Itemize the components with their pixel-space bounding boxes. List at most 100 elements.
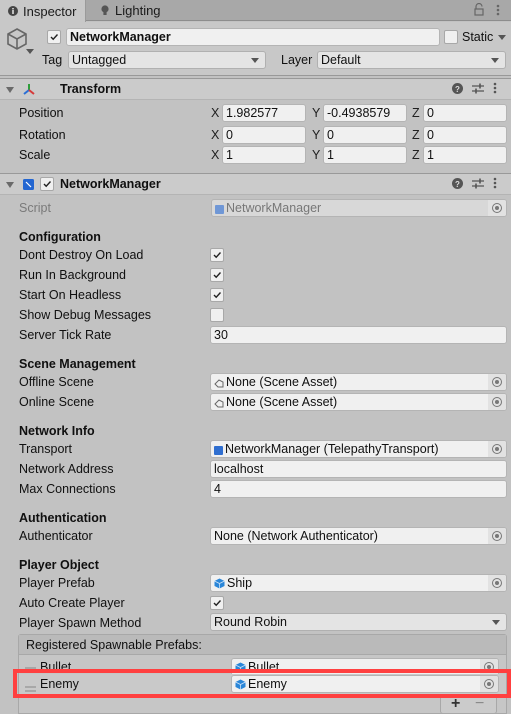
presets-icon[interactable] xyxy=(472,178,484,192)
drag-handle-icon[interactable] xyxy=(25,681,36,695)
networkmanager-header[interactable]: NetworkManager ? xyxy=(0,173,511,195)
add-item-button[interactable]: + xyxy=(451,695,460,713)
object-picker-icon[interactable] xyxy=(488,575,506,591)
player-prefab-label: Player Prefab xyxy=(19,576,95,590)
position-label: Position xyxy=(19,106,64,120)
prefab-cube-icon xyxy=(214,577,225,591)
foldout-arrow-icon[interactable] xyxy=(6,87,14,93)
layer-dropdown[interactable]: Default xyxy=(317,51,506,69)
component-header-icons: ? xyxy=(452,82,497,97)
static-checkbox[interactable] xyxy=(444,30,458,44)
tab-lighting[interactable]: Lighting xyxy=(92,0,182,21)
networkmanager-enabled-checkbox[interactable] xyxy=(40,177,54,191)
networkmanager-title: NetworkManager xyxy=(60,177,161,191)
axis-x-label: X xyxy=(211,106,220,120)
authenticator-field[interactable]: None (Network Authenticator) xyxy=(210,527,507,545)
online-scene-field[interactable]: None (Scene Asset) xyxy=(210,393,507,411)
position-y-input[interactable]: -0.4938579 xyxy=(323,104,407,122)
list-item[interactable]: Enemy Enemy xyxy=(19,674,506,694)
transport-field[interactable]: NetworkManager (TelepathyTransport) xyxy=(210,440,507,458)
transform-axes-icon xyxy=(22,82,36,99)
scale-label: Scale xyxy=(19,148,51,162)
scale-x-input[interactable]: 1 xyxy=(222,146,306,164)
player-prefab-field[interactable]: Ship xyxy=(210,574,507,592)
help-icon[interactable]: ? xyxy=(452,82,463,97)
scene-asset-icon xyxy=(214,396,224,410)
tag-value: Untagged xyxy=(72,53,127,67)
online-scene-value: None (Scene Asset) xyxy=(226,395,338,409)
axis-x-label: X xyxy=(211,148,220,162)
position-z-input[interactable]: 0 xyxy=(423,104,507,122)
scale-y-input[interactable]: 1 xyxy=(323,146,407,164)
position-x-input[interactable]: 1.982577 xyxy=(222,104,306,122)
run-in-background-checkbox[interactable] xyxy=(210,268,224,282)
network-address-label: Network Address xyxy=(19,462,114,476)
lock-icon[interactable] xyxy=(474,2,484,19)
player-object-heading: Player Object xyxy=(19,558,99,572)
object-picker-icon[interactable] xyxy=(488,200,506,216)
help-icon[interactable]: ? xyxy=(452,177,463,192)
component-menu-icon[interactable] xyxy=(493,177,497,192)
show-debug-checkbox[interactable] xyxy=(210,308,224,322)
presets-icon[interactable] xyxy=(472,83,484,97)
rotation-y-input[interactable]: 0 xyxy=(323,126,407,144)
remove-item-button[interactable]: − xyxy=(475,695,484,713)
spawnable-prefabs-heading: Registered Spawnable Prefabs: xyxy=(26,638,202,652)
script-icon xyxy=(215,202,224,216)
object-picker-icon[interactable] xyxy=(488,441,506,457)
component-header-icons: ? xyxy=(452,177,497,192)
axis-y-label: Y xyxy=(312,106,321,120)
spawn-method-value: Round Robin xyxy=(214,615,287,629)
chevron-down-icon xyxy=(251,58,259,63)
list-item[interactable]: Bullet Bullet xyxy=(19,656,506,676)
component-menu-icon[interactable] xyxy=(493,82,497,97)
axis-z-label: Z xyxy=(412,128,420,142)
rotation-z-input[interactable]: 0 xyxy=(423,126,507,144)
tab-lighting-label: Lighting xyxy=(115,3,161,18)
script-icon xyxy=(214,443,223,457)
auto-create-player-label: Auto Create Player xyxy=(19,596,125,610)
gameobject-header: NetworkManager Static Tag Untagged Layer… xyxy=(0,22,511,76)
spawnable-prefabs-header: Registered Spawnable Prefabs: xyxy=(19,635,506,655)
rotation-x-input[interactable]: 0 xyxy=(222,126,306,144)
server-tick-rate-input[interactable]: 30 xyxy=(210,326,507,344)
start-on-headless-checkbox[interactable] xyxy=(210,288,224,302)
lightbulb-icon xyxy=(100,5,110,16)
axis-y-label: Y xyxy=(312,148,321,162)
scale-z-input[interactable]: 1 xyxy=(423,146,507,164)
list-item-object-field[interactable]: Enemy xyxy=(231,675,499,693)
foldout-arrow-icon[interactable] xyxy=(6,182,14,188)
static-dropdown-icon[interactable] xyxy=(498,35,506,40)
chevron-down-icon xyxy=(492,620,500,625)
show-debug-label: Show Debug Messages xyxy=(19,308,152,322)
player-prefab-value: Ship xyxy=(227,576,253,590)
dont-destroy-checkbox[interactable] xyxy=(210,248,224,262)
tab-inspector[interactable]: Inspector xyxy=(0,0,86,22)
object-picker-icon[interactable] xyxy=(488,528,506,544)
static-label: Static xyxy=(462,30,494,44)
scene-management-heading: Scene Management xyxy=(19,357,136,371)
object-picker-icon[interactable] xyxy=(480,659,498,675)
gameobject-name-input[interactable]: NetworkManager xyxy=(66,28,440,46)
kebab-menu-icon[interactable] xyxy=(496,4,500,19)
script-field[interactable]: NetworkManager xyxy=(211,199,507,217)
gameobject-active-checkbox[interactable] xyxy=(47,30,61,44)
tag-dropdown[interactable]: Untagged xyxy=(68,51,266,69)
list-item-value: Bullet xyxy=(248,660,280,674)
object-picker-icon[interactable] xyxy=(480,676,498,692)
tab-inspector-label: Inspector xyxy=(23,3,77,19)
transform-header[interactable]: Transform ? xyxy=(0,78,511,100)
auto-create-player-checkbox[interactable] xyxy=(210,596,224,610)
transform-title: Transform xyxy=(60,82,122,96)
object-picker-icon[interactable] xyxy=(488,394,506,410)
authenticator-label: Authenticator xyxy=(19,529,93,543)
icon-dropdown-arrow-icon[interactable] xyxy=(26,49,34,54)
tag-label: Tag xyxy=(42,53,63,67)
player-spawn-method-dropdown[interactable]: Round Robin xyxy=(210,613,507,631)
network-address-input[interactable]: localhost xyxy=(210,460,507,478)
max-connections-input[interactable]: 4 xyxy=(210,480,507,498)
chevron-down-icon xyxy=(491,58,499,63)
layer-value: Default xyxy=(321,53,361,67)
offline-scene-field[interactable]: None (Scene Asset) xyxy=(210,373,507,391)
object-picker-icon[interactable] xyxy=(488,374,506,390)
